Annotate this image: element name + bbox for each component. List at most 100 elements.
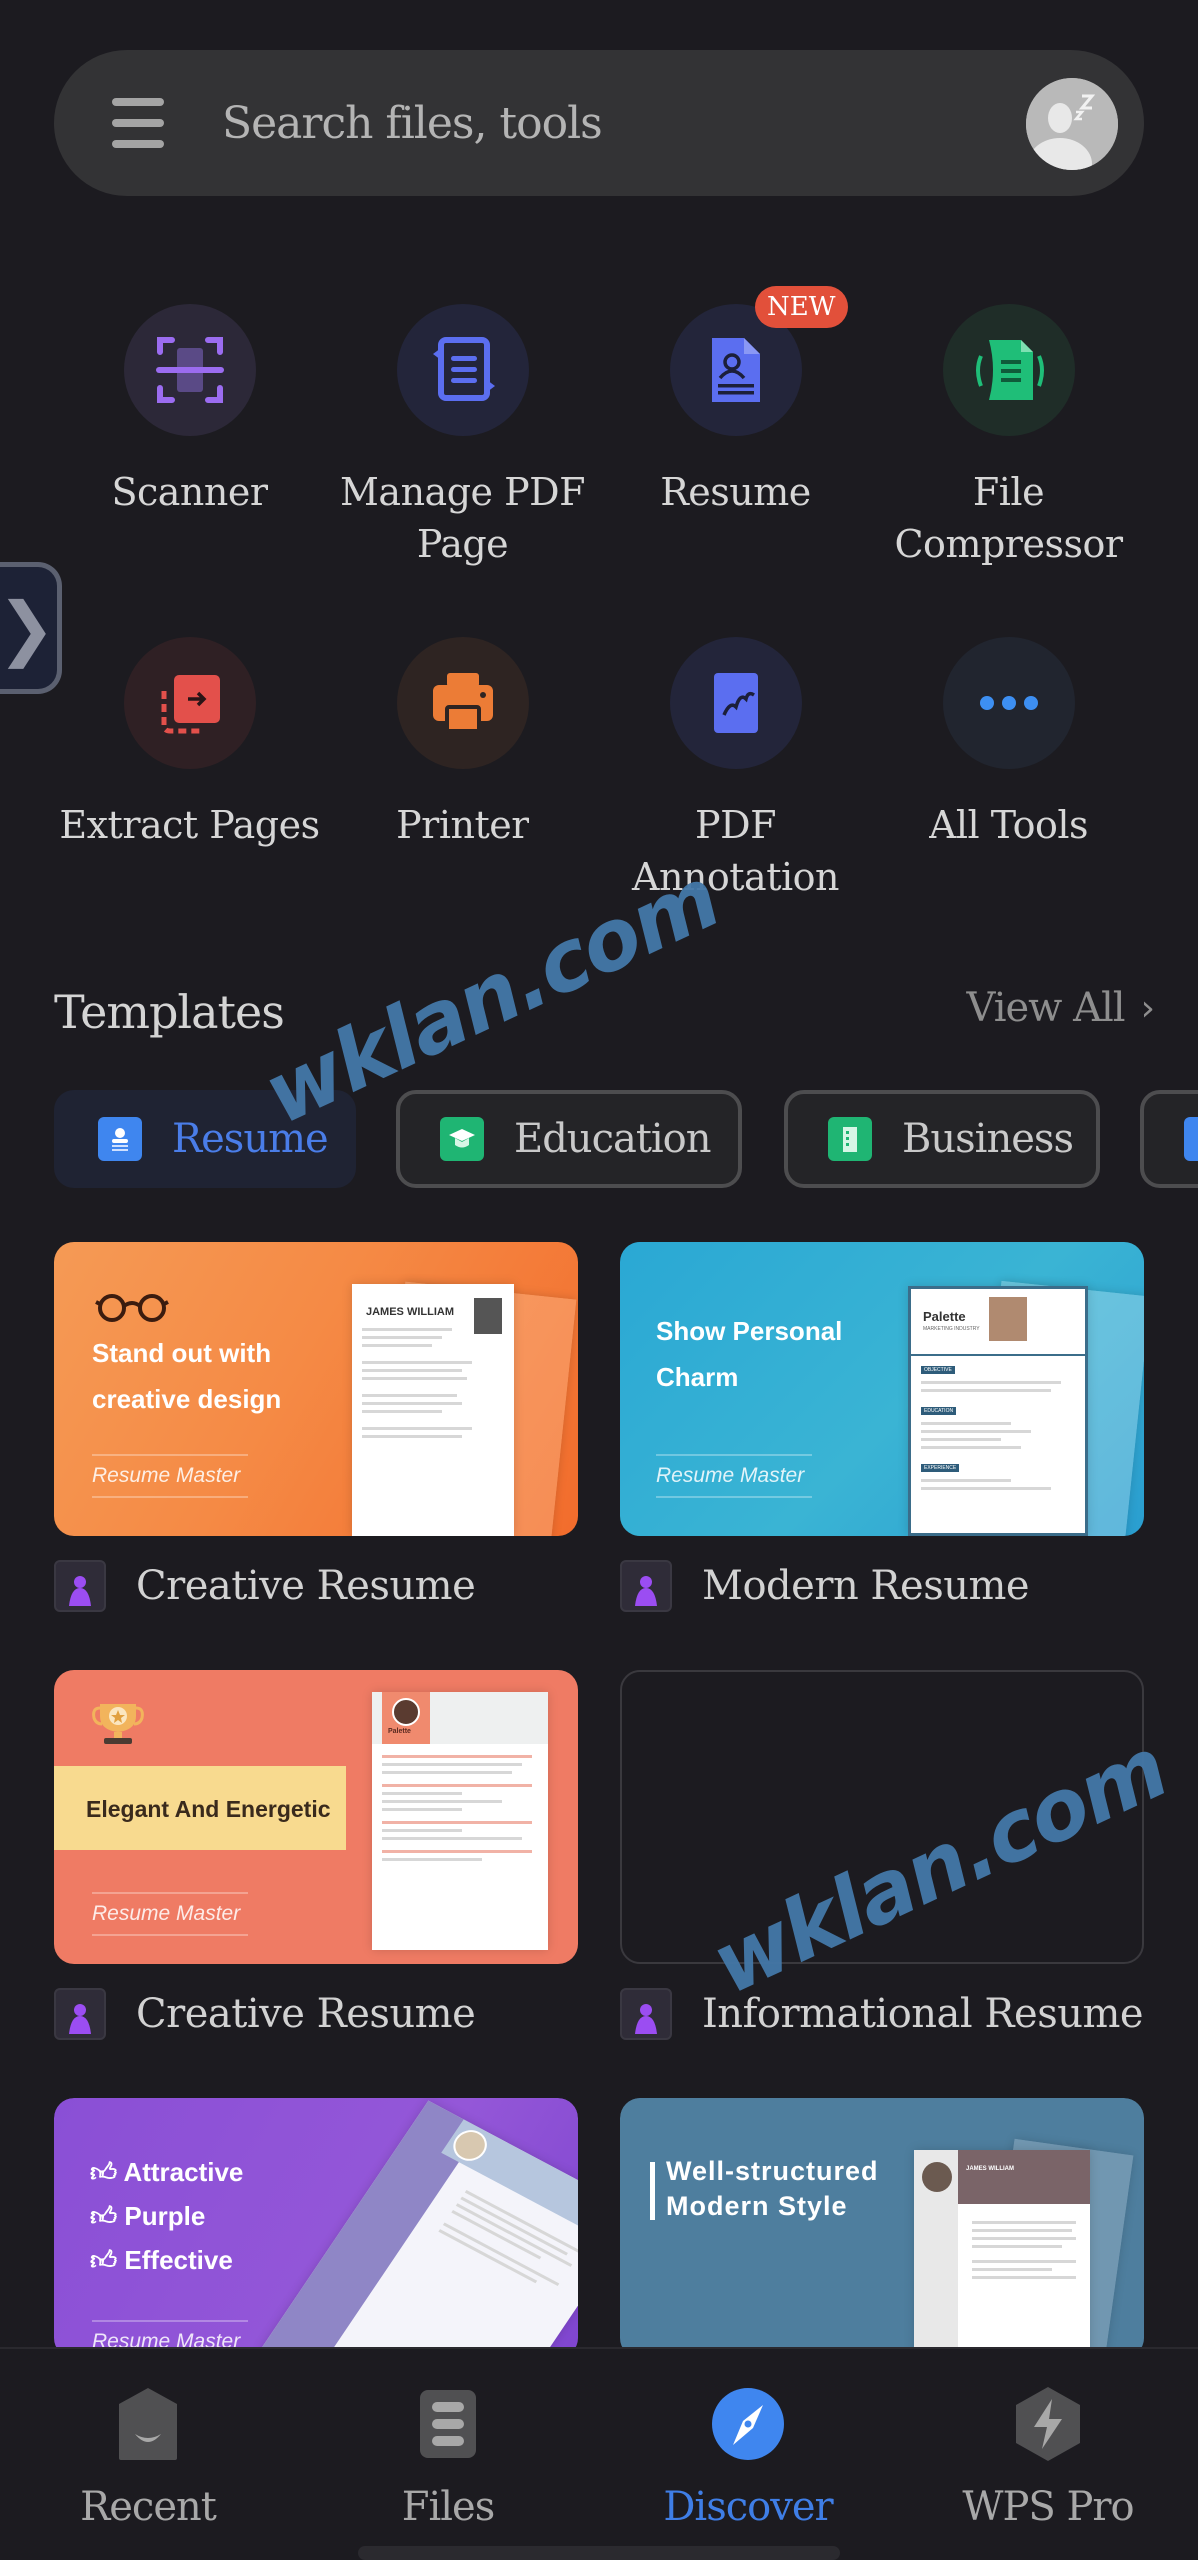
headline-line: Well-structured (666, 2156, 879, 2186)
tool-file-compressor[interactable]: File Compressor (872, 304, 1145, 570)
manage-pdf-page-icon (432, 337, 495, 401)
category-chip-more[interactable] (1140, 1090, 1198, 1188)
tool-icon-circle: NEW (669, 286, 848, 436)
template-name-row: Creative Resume (54, 1988, 476, 2040)
brand-label: Resume Master (92, 1892, 248, 1936)
template-thumbnail: Show Personal Charm Resume Master Palett… (620, 1242, 1144, 1536)
resume-paper: Palette (372, 1692, 548, 1950)
hamburger-menu-icon[interactable] (112, 98, 164, 148)
person-icon (54, 1988, 106, 2040)
template-name-row: Creative Resume (54, 1560, 476, 1612)
chevron-right-icon: ❯ (0, 587, 56, 669)
resume-paper: JAMES WILLIAM (914, 2150, 1090, 2358)
tool-label: Manage PDF Page (340, 470, 586, 566)
tool-icon-circle (396, 304, 529, 436)
headline-line: Stand out with (92, 1338, 272, 1368)
brand-label: Resume Master (656, 1454, 812, 1498)
category-chip-education[interactable]: Education (396, 1090, 742, 1188)
nav-label: Discover (663, 2484, 833, 2530)
headline-line: 👍︎ Effective (90, 2245, 233, 2275)
glasses-icon (95, 1294, 169, 1322)
avatar[interactable] (1026, 78, 1118, 170)
template-headline: Stand out with creative design (92, 1330, 281, 1422)
template-card[interactable]: 👍︎ Attractive 👍︎ Purple 👍︎ Effective Res… (54, 2098, 578, 2358)
template-card[interactable]: Well-structured Modern Style JAMES WILLI… (620, 2098, 1144, 2358)
category-chip-resume[interactable]: Resume (54, 1090, 356, 1188)
tool-printer[interactable]: Printer (326, 637, 599, 903)
wps-pro-bolt-icon (1008, 2384, 1088, 2464)
photo-placeholder (474, 1298, 502, 1334)
paper-name: JAMES WILLIAM (966, 2166, 1014, 2172)
nav-files[interactable]: Files (328, 2384, 568, 2530)
tool-resume[interactable]: NEW Resume (599, 286, 872, 570)
tool-label: Resume (660, 470, 811, 514)
template-name: Modern Resume (702, 1563, 1030, 1609)
graduation-cap-icon (440, 1117, 484, 1161)
tool-all-tools[interactable]: All Tools (872, 637, 1145, 903)
nav-recent[interactable]: Recent (28, 2384, 268, 2530)
nav-wps-pro[interactable]: WPS Pro (928, 2384, 1168, 2530)
tool-extract-pages[interactable]: Extract Pages (53, 637, 326, 903)
person-icon (620, 1988, 672, 2040)
photo-placeholder (989, 1297, 1027, 1341)
template-thumbnail: 👍︎ Attractive 👍︎ Purple 👍︎ Effective Res… (54, 2098, 578, 2358)
category-label: Resume (172, 1116, 329, 1162)
tool-icon-circle (942, 637, 1075, 769)
headline-line: 👍︎ Purple (90, 2201, 206, 2231)
headline-line: creative design (92, 1384, 282, 1414)
chevron-right-icon: › (1140, 987, 1155, 1029)
nav-label: Files (401, 2484, 496, 2530)
bottom-navigation: Recent Files Discover WPS Pro (0, 2347, 1198, 2560)
brand-label: Resume Master (92, 1454, 248, 1498)
thumbs-up-icon: 👍︎ (90, 2201, 125, 2231)
discover-compass-icon (708, 2384, 788, 2464)
search-bar (54, 50, 1144, 196)
thumbs-up-icon: 👍︎ (90, 2157, 124, 2187)
person-icon (620, 1560, 672, 1612)
tool-icon-circle (396, 637, 529, 769)
nav-label: Recent (80, 2484, 217, 2530)
file-compressor-icon (975, 340, 1044, 400)
tool-icon-circle (942, 304, 1075, 436)
template-headline: Show Personal Charm (656, 1308, 842, 1400)
resume-category-icon (98, 1117, 142, 1161)
category-label: Education (514, 1116, 712, 1162)
paper-section: OBJECTIVE (921, 1366, 955, 1374)
tool-manage-pdf-page[interactable]: Manage PDF Page (326, 304, 599, 570)
template-headline: 👍︎ Attractive 👍︎ Purple 👍︎ Effective (90, 2150, 243, 2282)
template-card[interactable]: Informational Resume (620, 1670, 1144, 2050)
view-all-link[interactable]: View All › (967, 985, 1156, 1031)
tool-scanner[interactable]: Scanner (53, 304, 326, 570)
template-name: Informational Resume (702, 1991, 1144, 2037)
category-icon (1184, 1117, 1198, 1161)
template-card[interactable]: Elegant And Energetic Resume Master Pale… (54, 1670, 578, 2050)
tool-icon-circle (123, 304, 256, 436)
headline-line: 👍︎ Attractive (90, 2157, 244, 2187)
home-indicator[interactable] (358, 2546, 840, 2560)
template-name-row: Informational Resume (620, 1988, 1144, 2040)
templates-title: Templates (54, 985, 285, 1039)
headline-line: Charm (656, 1362, 739, 1392)
nav-discover[interactable]: Discover (628, 2384, 868, 2530)
resume-icon (711, 338, 760, 402)
nav-label: WPS Pro (962, 2484, 1134, 2530)
printer-icon (432, 673, 493, 733)
paper-section: EDUCATION (921, 1407, 957, 1415)
template-name: Creative Resume (136, 1991, 476, 2037)
tool-pdf-annotation[interactable]: PDF Annotation (599, 637, 872, 903)
category-label: Business (902, 1116, 1074, 1162)
search-input[interactable] (222, 88, 1022, 158)
template-name: Creative Resume (136, 1563, 476, 1609)
category-chip-business[interactable]: Business (784, 1090, 1100, 1188)
tool-icon-circle (123, 637, 256, 769)
template-thumbnail: Elegant And Energetic Resume Master Pale… (54, 1670, 578, 1964)
trophy-icon (92, 1704, 144, 1744)
template-card[interactable]: Show Personal Charm Resume Master Palett… (620, 1242, 1144, 1622)
tool-label: All Tools (928, 803, 1089, 847)
recent-icon (108, 2384, 188, 2464)
template-headline: Elegant And Energetic (86, 1796, 331, 1822)
resume-paper: JAMES WILLIAM (352, 1284, 514, 1536)
paper-name: Palette (388, 1728, 411, 1735)
template-card[interactable]: Stand out with creative design Resume Ma… (54, 1242, 578, 1622)
paper-section: EXPERIENCE (921, 1464, 960, 1472)
